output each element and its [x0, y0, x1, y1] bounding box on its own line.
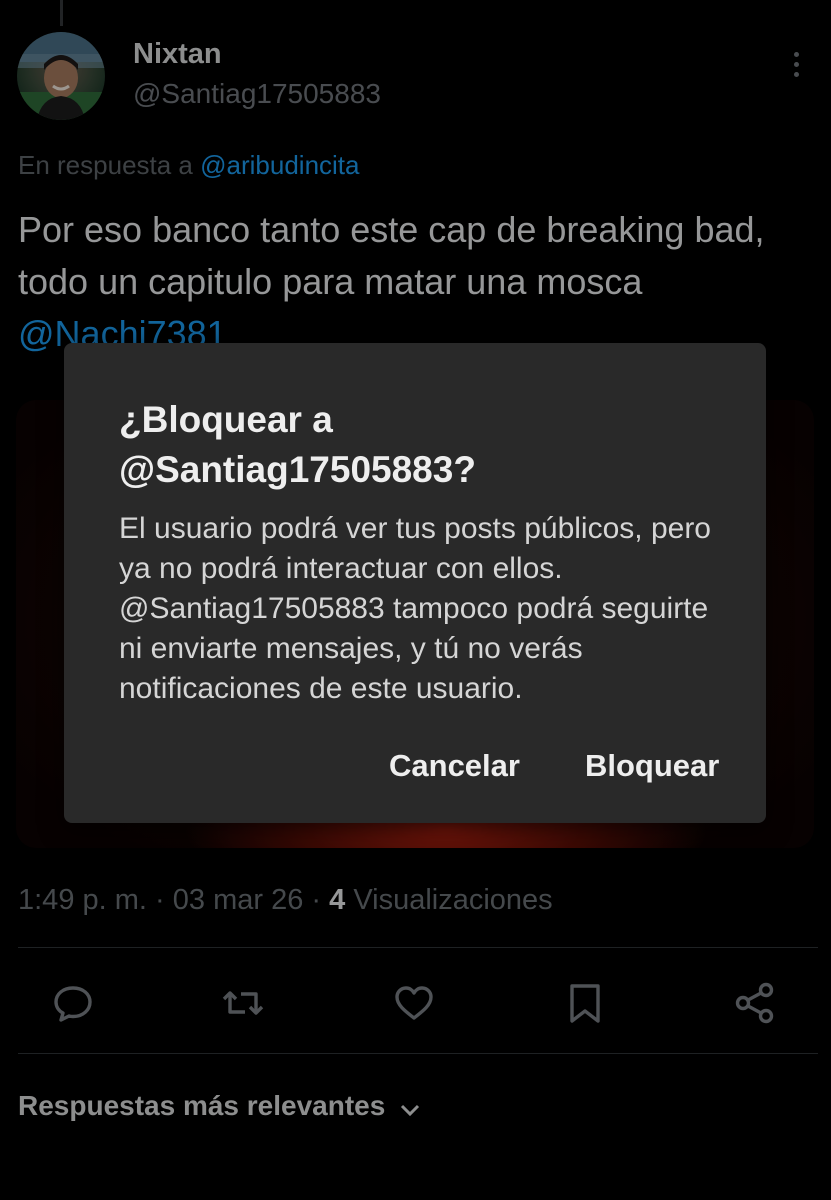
reply-prefix: En respuesta a	[18, 150, 201, 180]
post-metadata: 1:49 p. m. · 03 mar 26 · 4 Visualizacion…	[18, 884, 553, 917]
block-button[interactable]: Bloquear	[585, 748, 719, 784]
post-text: Por eso banco tanto este cap de breaking…	[18, 204, 808, 360]
meta-separator: ·	[303, 884, 330, 916]
more-options-icon[interactable]	[786, 52, 806, 86]
avatar-photo-icon	[17, 32, 105, 120]
chevron-down-icon	[399, 1092, 421, 1124]
author-name[interactable]: Nixtan	[133, 38, 222, 71]
dialog-message: El usuario podrá ver tus posts públicos,…	[119, 512, 711, 705]
bookmark-icon[interactable]	[562, 980, 608, 1026]
share-icon[interactable]	[732, 980, 778, 1026]
repost-icon[interactable]	[220, 980, 266, 1026]
cancel-button[interactable]: Cancelar	[389, 748, 520, 784]
author-handle[interactable]: @Santiag17505883	[133, 78, 381, 110]
avatar[interactable]	[17, 32, 105, 120]
post-body-text: Por eso banco tanto este cap de breaking…	[18, 209, 765, 302]
post-date: 03 mar 26	[172, 884, 304, 916]
dialog-title-line1: ¿Bloquear a	[119, 399, 333, 440]
replies-sort-dropdown[interactable]: Respuestas más relevantes	[18, 1090, 421, 1124]
meta-separator: ·	[146, 884, 173, 916]
views-label[interactable]: Visualizaciones	[353, 884, 552, 916]
dialog-title-line2: @Santiag17505883?	[119, 449, 476, 490]
views-count: 4	[329, 884, 346, 916]
reply-context: En respuesta a @aribudincita	[18, 150, 360, 181]
thread-connector-line	[60, 0, 63, 26]
replies-sort-label: Respuestas más relevantes	[18, 1090, 386, 1121]
post-detail-screen: Nixtan @Santiag17505883 En respuesta a @…	[0, 0, 831, 1200]
reply-icon[interactable]	[50, 980, 96, 1026]
divider	[18, 1053, 818, 1054]
post-time: 1:49 p. m.	[18, 884, 147, 916]
block-user-dialog: ¿Bloquear a @Santiag17505883? El usuario…	[64, 343, 766, 823]
dialog-title: ¿Bloquear a @Santiag17505883?	[119, 395, 719, 495]
reply-to-mention-link[interactable]: @aribudincita	[200, 150, 359, 180]
like-icon[interactable]	[391, 980, 437, 1026]
divider	[18, 947, 818, 948]
